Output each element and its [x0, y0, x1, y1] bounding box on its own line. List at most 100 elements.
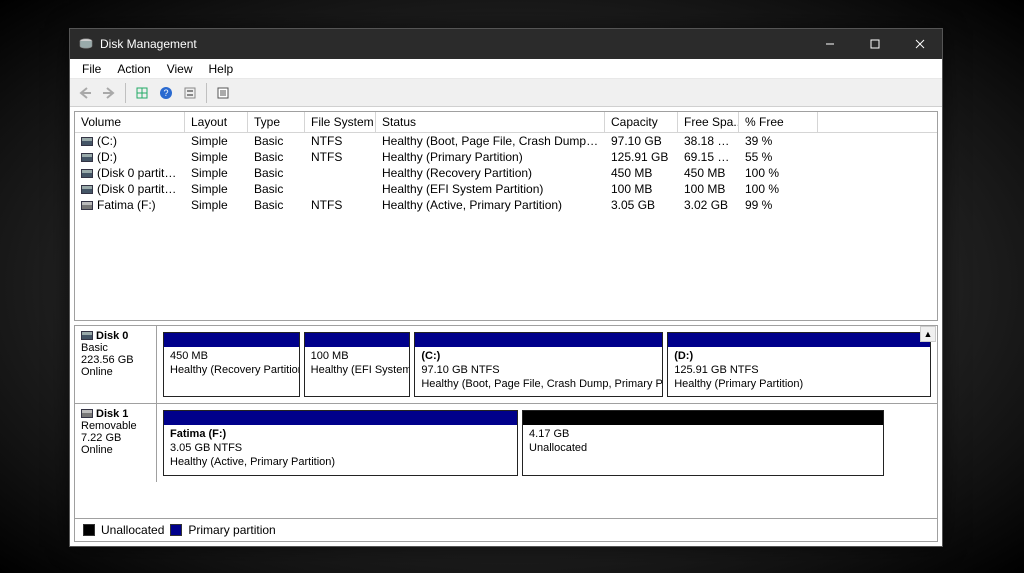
- volume-row[interactable]: (Disk 0 partition 1)SimpleBasicHealthy (…: [75, 165, 937, 181]
- volume-list-panel: Volume Layout Type File System Status Ca…: [74, 111, 938, 321]
- volume-row[interactable]: (D:)SimpleBasicNTFSHealthy (Primary Part…: [75, 149, 937, 165]
- col-freespace[interactable]: Free Spa...: [678, 112, 739, 132]
- cell-pct: 55 %: [739, 149, 818, 165]
- partition-box[interactable]: 4.17 GBUnallocated: [522, 410, 884, 476]
- col-pctfree[interactable]: % Free: [739, 112, 818, 132]
- partition-text: 100 MBHealthy (EFI System Partition): [305, 347, 410, 381]
- settings-button[interactable]: [179, 82, 201, 104]
- col-status[interactable]: Status: [376, 112, 605, 132]
- menu-file[interactable]: File: [74, 60, 109, 78]
- volume-row[interactable]: Fatima (F:)SimpleBasicNTFSHealthy (Activ…: [75, 197, 937, 213]
- disk-graphic-panel: ▲ Disk 0Basic223.56 GBOnline450 MBHealth…: [74, 325, 938, 542]
- disk-header[interactable]: Disk 1Removable7.22 GBOnline: [75, 404, 157, 482]
- cell-status: Healthy (Active, Primary Partition): [376, 197, 605, 213]
- disk-row: Disk 1Removable7.22 GBOnlineFatima (F:)3…: [75, 404, 937, 482]
- client-area: Volume Layout Type File System Status Ca…: [70, 107, 942, 546]
- cell-fs: [305, 165, 376, 181]
- volume-list-body[interactable]: (C:)SimpleBasicNTFSHealthy (Boot, Page F…: [75, 133, 937, 320]
- stripe-primary: [668, 333, 930, 347]
- disk-icon: [81, 331, 93, 340]
- cell-pct: 100 %: [739, 181, 818, 197]
- col-volume[interactable]: Volume: [75, 112, 185, 132]
- back-button[interactable]: [74, 82, 96, 104]
- cell-status: Healthy (Primary Partition): [376, 149, 605, 165]
- cell-type: Basic: [248, 149, 305, 165]
- volume-icon: [81, 153, 93, 162]
- svg-text:?: ?: [163, 88, 168, 98]
- partition-text: 450 MBHealthy (Recovery Partition): [164, 347, 299, 381]
- stripe-primary: [164, 333, 299, 347]
- cell-volume: (D:): [75, 149, 185, 165]
- partition-box[interactable]: Fatima (F:)3.05 GB NTFSHealthy (Active, …: [163, 410, 518, 476]
- disk-graphic-area[interactable]: Disk 0Basic223.56 GBOnline450 MBHealthy …: [75, 326, 937, 518]
- partition-box[interactable]: 450 MBHealthy (Recovery Partition): [163, 332, 300, 397]
- cell-free: 38.18 GB: [678, 133, 739, 149]
- partition-box[interactable]: 100 MBHealthy (EFI System Partition): [304, 332, 411, 397]
- volume-icon: [81, 169, 93, 178]
- cell-layout: Simple: [185, 197, 248, 213]
- window-title: Disk Management: [100, 37, 807, 51]
- maximize-button[interactable]: [852, 29, 897, 59]
- partition-holder: 450 MBHealthy (Recovery Partition)100 MB…: [157, 326, 937, 403]
- partition-box[interactable]: (C:)97.10 GB NTFSHealthy (Boot, Page Fil…: [414, 332, 663, 397]
- cell-volume: (Disk 0 partition 1): [75, 165, 185, 181]
- cell-pct: 100 %: [739, 165, 818, 181]
- cell-capacity: 450 MB: [605, 165, 678, 181]
- cell-fs: NTFS: [305, 133, 376, 149]
- cell-pct: 99 %: [739, 197, 818, 213]
- stripe-primary: [305, 333, 410, 347]
- menu-help[interactable]: Help: [201, 60, 242, 78]
- cell-capacity: 100 MB: [605, 181, 678, 197]
- stripe-unallocated: [523, 411, 883, 425]
- cell-free: 450 MB: [678, 165, 739, 181]
- volume-icon: [81, 137, 93, 146]
- help-button[interactable]: ?: [155, 82, 177, 104]
- titlebar[interactable]: Disk Management: [70, 29, 942, 59]
- partition-text: (D:)125.91 GB NTFSHealthy (Primary Parti…: [668, 347, 930, 394]
- scroll-up-icon[interactable]: ▲: [920, 326, 936, 342]
- refresh-button[interactable]: [131, 82, 153, 104]
- cell-layout: Simple: [185, 181, 248, 197]
- close-button[interactable]: [897, 29, 942, 59]
- volume-row[interactable]: (C:)SimpleBasicNTFSHealthy (Boot, Page F…: [75, 133, 937, 149]
- volume-row[interactable]: (Disk 0 partition 2)SimpleBasic Healthy (…: [75, 181, 937, 197]
- menu-action[interactable]: Action: [109, 60, 158, 78]
- cell-status: Healthy (EFI System Partition): [376, 181, 605, 197]
- cell-type: Basic: [248, 133, 305, 149]
- cell-layout: Simple: [185, 165, 248, 181]
- app-icon: [78, 36, 94, 52]
- cell-free: 100 MB: [678, 181, 739, 197]
- volume-list-header: Volume Layout Type File System Status Ca…: [75, 112, 937, 133]
- volume-icon: [81, 201, 93, 210]
- minimize-button[interactable]: [807, 29, 852, 59]
- partition-text: Fatima (F:)3.05 GB NTFSHealthy (Active, …: [164, 425, 517, 472]
- col-capacity[interactable]: Capacity: [605, 112, 678, 132]
- disk-management-window: Disk Management File Action View Help: [69, 28, 943, 547]
- partition-text: (C:)97.10 GB NTFSHealthy (Boot, Page Fil…: [415, 347, 662, 394]
- col-layout[interactable]: Layout: [185, 112, 248, 132]
- legend-label-primary: Primary partition: [188, 523, 275, 537]
- legend-swatch-primary: [170, 524, 182, 536]
- cell-pct: 39 %: [739, 133, 818, 149]
- disk-header[interactable]: Disk 0Basic223.56 GBOnline: [75, 326, 157, 403]
- disk-icon: [81, 409, 93, 418]
- legend-label-unallocated: Unallocated: [101, 523, 164, 537]
- cell-capacity: 3.05 GB: [605, 197, 678, 213]
- cell-type: Basic: [248, 197, 305, 213]
- cell-volume: (C:): [75, 133, 185, 149]
- cell-capacity: 125.91 GB: [605, 149, 678, 165]
- cell-volume: Fatima (F:): [75, 197, 185, 213]
- col-type[interactable]: Type: [248, 112, 305, 132]
- menu-view[interactable]: View: [159, 60, 201, 78]
- cell-type: Basic: [248, 181, 305, 197]
- partition-text: 4.17 GBUnallocated: [523, 425, 883, 459]
- partition-box[interactable]: (D:)125.91 GB NTFSHealthy (Primary Parti…: [667, 332, 931, 397]
- forward-button[interactable]: [98, 82, 120, 104]
- list-button[interactable]: [212, 82, 234, 104]
- cell-status: Healthy (Boot, Page File, Crash Dump, Pr…: [376, 133, 605, 149]
- cell-volume: (Disk 0 partition 2): [75, 181, 185, 197]
- col-filesystem[interactable]: File System: [305, 112, 376, 132]
- cell-type: Basic: [248, 165, 305, 181]
- cell-fs: [305, 181, 376, 197]
- cell-layout: Simple: [185, 133, 248, 149]
